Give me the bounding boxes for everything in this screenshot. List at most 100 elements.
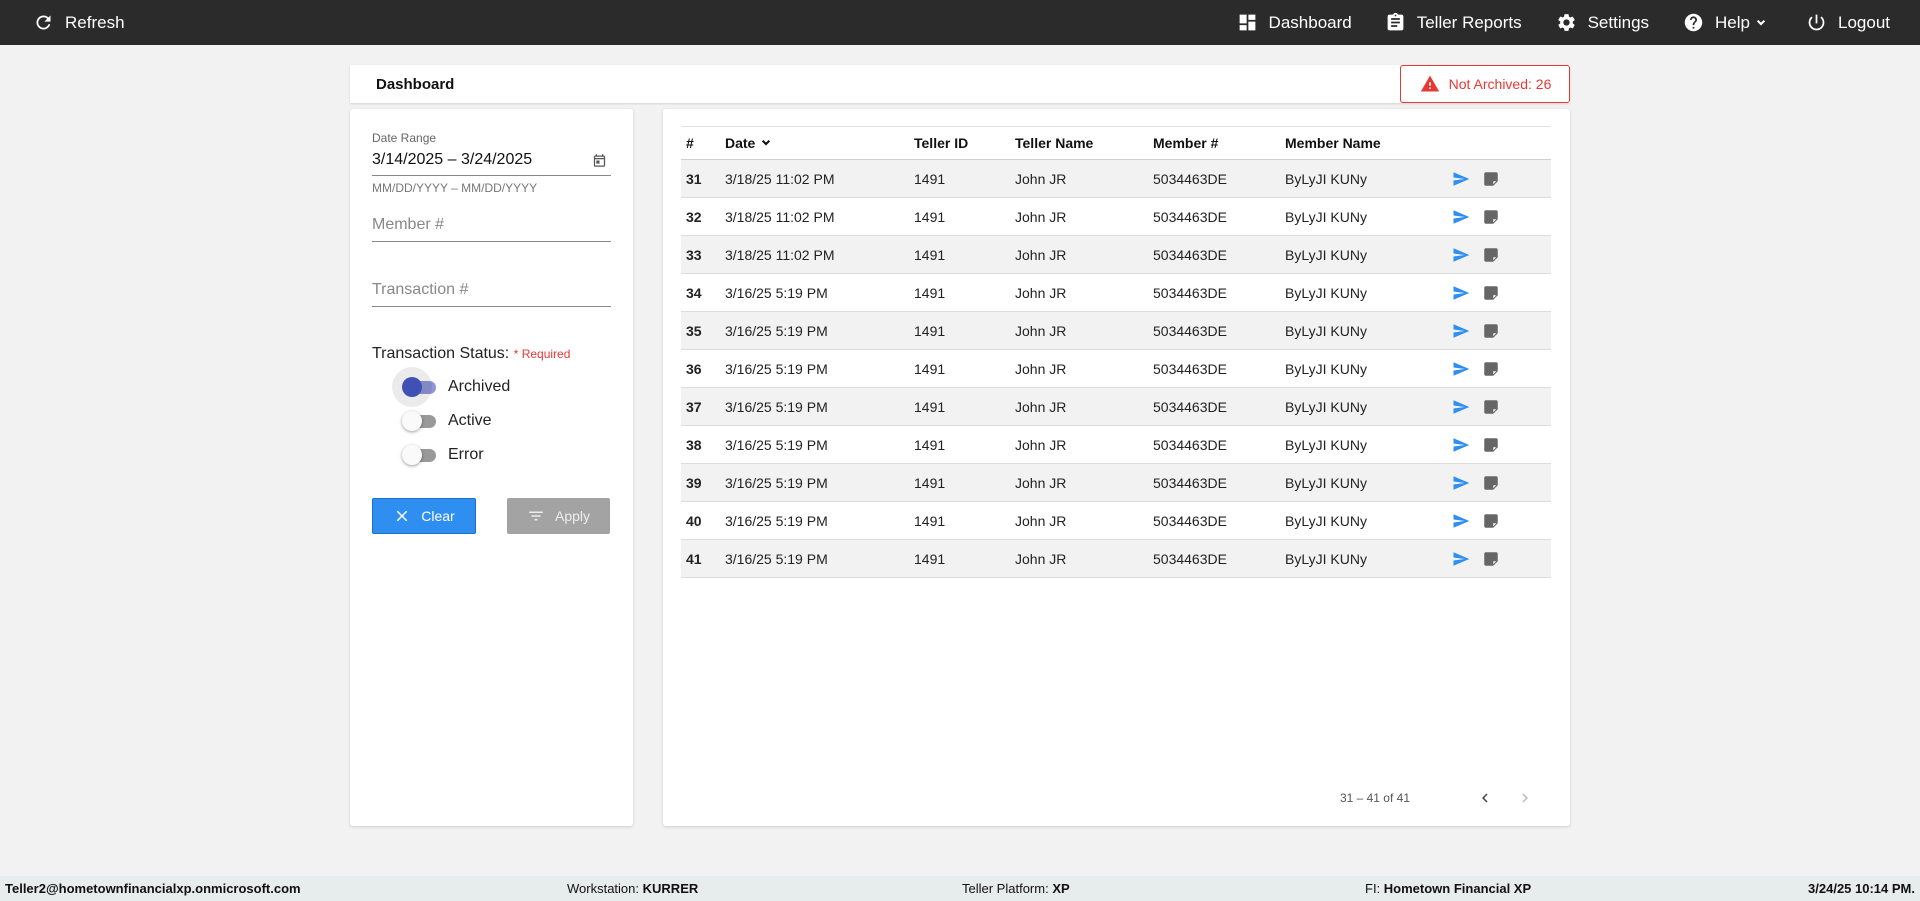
table-row[interactable]: 37 3/16/25 5:19 PM 1491 John JR 5034463DE ByL… <box>681 387 1551 426</box>
note-icon[interactable] <box>1482 208 1500 226</box>
table-row[interactable]: 34 3/16/25 5:19 PM 1491 John JR 5034463DE ByL… <box>681 274 1551 312</box>
send-icon[interactable] <box>1452 360 1470 378</box>
date-range-field[interactable]: Date Range 3/14/2025 – 3/24/2025 MM/DD/Y… <box>372 131 611 195</box>
cell-actions <box>1447 464 1551 502</box>
transaction-field[interactable]: Transaction # <box>372 281 611 307</box>
send-icon[interactable] <box>1452 398 1470 416</box>
power-icon <box>1808 14 1825 31</box>
col-member-number[interactable]: Member # <box>1148 127 1280 160</box>
cell-member-name: ByLyJI KUNy <box>1285 322 1367 339</box>
cell-date: 3/16/25 5:19 PM <box>725 550 828 567</box>
previous-page-icon[interactable] <box>1476 789 1494 807</box>
send-icon[interactable] <box>1452 246 1470 264</box>
not-archived-text: Not Archived: 26 <box>1448 76 1552 92</box>
note-icon[interactable] <box>1482 398 1500 416</box>
clear-button[interactable]: Clear <box>372 498 476 534</box>
send-icon[interactable] <box>1452 474 1470 492</box>
cell-teller-id: 1491 <box>914 550 946 567</box>
cell-member-number: 5034463DE <box>1153 322 1227 339</box>
note-icon[interactable] <box>1482 322 1500 340</box>
transactions-table: # Date Teller ID Teller Name Member # Me… <box>681 126 1551 578</box>
nav-help[interactable]: Help <box>1683 0 1768 45</box>
col-date[interactable]: Date <box>720 127 909 160</box>
note-icon[interactable] <box>1482 474 1500 492</box>
cell-date: 3/18/25 11:02 PM <box>725 208 835 225</box>
cell-number: 36 <box>686 360 702 377</box>
apply-button[interactable]: Apply <box>507 498 610 534</box>
send-icon[interactable] <box>1452 550 1470 568</box>
cell-teller-id: 1491 <box>914 360 946 377</box>
col-actions <box>1447 127 1551 160</box>
calendar-icon[interactable] <box>592 153 607 168</box>
cell-member-name: ByLyJI KUNy <box>1285 170 1367 187</box>
table-row[interactable]: 41 3/16/25 5:19 PM 1491 John JR 5034463DE ByL… <box>681 539 1551 578</box>
archived-switch[interactable] <box>402 377 438 397</box>
send-icon[interactable] <box>1452 170 1470 188</box>
error-switch[interactable] <box>402 445 438 465</box>
nav-dashboard[interactable]: Dashboard <box>1237 0 1352 45</box>
table-row[interactable]: 36 3/16/25 5:19 PM 1491 John JR 5034463DE ByL… <box>681 350 1551 388</box>
send-icon[interactable] <box>1452 436 1470 454</box>
cell-actions <box>1447 426 1551 464</box>
cell-date: 3/16/25 5:19 PM <box>725 512 828 529</box>
next-page-icon[interactable] <box>1516 789 1534 807</box>
cell-member-name: ByLyJI KUNy <box>1285 550 1367 567</box>
toggle-active[interactable]: Active <box>402 411 492 431</box>
send-icon[interactable] <box>1452 284 1470 302</box>
refresh-button[interactable]: Refresh <box>33 12 125 33</box>
member-field[interactable]: Member # <box>372 216 611 242</box>
note-icon[interactable] <box>1482 246 1500 264</box>
transaction-input[interactable]: Transaction # <box>372 281 611 299</box>
required-label: * Required <box>513 347 571 361</box>
table-row[interactable]: 39 3/16/25 5:19 PM 1491 John JR 5034463DE ByL… <box>681 463 1551 502</box>
active-switch[interactable] <box>402 411 438 431</box>
table-row[interactable]: 38 3/16/25 5:19 PM 1491 John JR 5034463DE ByL… <box>681 426 1551 464</box>
archived-label: Archived <box>448 378 511 395</box>
nav-teller-reports[interactable]: Teller Reports <box>1385 0 1522 45</box>
cell-member-number: 5034463DE <box>1153 246 1227 263</box>
cell-date: 3/16/25 5:19 PM <box>725 436 828 453</box>
send-icon[interactable] <box>1452 208 1470 226</box>
send-icon[interactable] <box>1452 322 1470 340</box>
cell-number: 34 <box>686 284 702 301</box>
send-icon[interactable] <box>1452 512 1470 530</box>
pagination-range: 31 – 41 of 41 <box>1339 791 1410 805</box>
note-icon[interactable] <box>1482 284 1500 302</box>
cell-actions <box>1447 350 1551 388</box>
logout-button[interactable]: Logout <box>1806 0 1890 45</box>
table-body: 31 3/18/25 11:02 PM 1491 John JR 5034463DE By… <box>681 159 1551 578</box>
note-icon[interactable] <box>1482 512 1500 530</box>
col-teller-id[interactable]: Teller ID <box>909 127 1010 160</box>
col-teller-name[interactable]: Teller Name <box>1010 127 1148 160</box>
nav-settings-label: Settings <box>1587 12 1650 32</box>
toggle-archived[interactable]: Archived <box>402 377 510 397</box>
member-input[interactable]: Member # <box>372 216 611 234</box>
cell-member-number: 5034463DE <box>1153 360 1227 377</box>
table-row[interactable]: 33 3/18/25 11:02 PM 1491 John JR 5034463DE By… <box>681 235 1551 274</box>
cell-number: 33 <box>686 246 702 263</box>
cell-teller-name: John JR <box>1015 170 1067 187</box>
col-number[interactable]: # <box>681 127 720 160</box>
note-icon[interactable] <box>1482 436 1500 454</box>
table-row[interactable]: 40 3/16/25 5:19 PM 1491 John JR 5034463DE ByL… <box>681 502 1551 540</box>
note-icon[interactable] <box>1482 360 1500 378</box>
active-label: Active <box>448 412 492 429</box>
note-icon[interactable] <box>1482 550 1500 568</box>
cell-member-number: 5034463DE <box>1153 512 1227 529</box>
cell-teller-id: 1491 <box>914 512 946 529</box>
cell-teller-name: John JR <box>1015 550 1067 567</box>
col-member-name[interactable]: Member Name <box>1280 127 1447 160</box>
transactions-panel: # Date Teller ID Teller Name Member # Me… <box>663 109 1570 826</box>
nav-settings[interactable]: Settings <box>1556 0 1649 45</box>
table-row[interactable]: 35 3/16/25 5:19 PM 1491 John JR 5034463DE ByL… <box>681 311 1551 350</box>
note-icon[interactable] <box>1482 170 1500 188</box>
not-archived-badge[interactable]: Not Archived: 26 <box>1400 65 1570 103</box>
cell-member-number: 5034463DE <box>1153 398 1227 415</box>
table-row[interactable]: 32 3/18/25 11:02 PM 1491 John JR 5034463DE By… <box>681 198 1551 236</box>
cell-actions <box>1447 540 1551 578</box>
nav-teller-reports-label: Teller Reports <box>1416 12 1522 32</box>
toggle-error[interactable]: Error <box>402 445 484 465</box>
footer-datetime: 3/24/25 10:14 PM. <box>1808 881 1915 896</box>
table-row[interactable]: 31 3/18/25 11:02 PM 1491 John JR 5034463DE By… <box>681 159 1551 198</box>
date-range-input[interactable]: 3/14/2025 – 3/24/2025 <box>372 151 611 169</box>
